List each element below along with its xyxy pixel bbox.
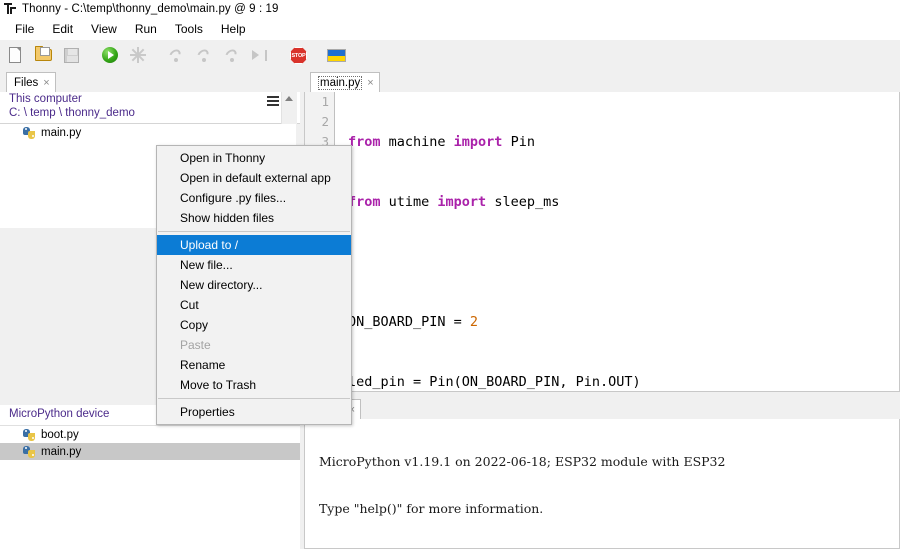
shell-panel: Shell × MicroPython v1.19.1 on 2022-06-1… xyxy=(304,397,900,549)
context-menu-separator xyxy=(158,398,350,399)
menu-item-edit[interactable]: Edit xyxy=(43,20,82,38)
context-menu-item-upload-to[interactable]: Upload to / xyxy=(157,235,351,255)
device-row-main-py[interactable]: main.py xyxy=(0,443,300,460)
context-menu-item-open-external[interactable]: Open in default external app xyxy=(157,168,351,188)
close-icon[interactable]: × xyxy=(367,77,373,89)
menu-item-file[interactable]: File xyxy=(6,20,43,38)
stop-icon[interactable]: STOP xyxy=(287,44,309,66)
step-out-icon xyxy=(221,44,243,66)
shell-line: MicroPython v1.19.1 on 2022-06-18; ESP32… xyxy=(311,454,726,469)
new-file-icon[interactable] xyxy=(5,44,27,66)
right-pane: main.py × 1 2 3 4 5 6 7 8 9 from machine… xyxy=(304,70,900,549)
thonny-window: Thonny - C:\temp\thonny_demo\main.py @ 9… xyxy=(0,0,900,549)
context-menu-item-rename[interactable]: Rename xyxy=(157,355,351,375)
file-context-menu[interactable]: Open in Thonny Open in default external … xyxy=(156,145,352,425)
context-menu-item-configure-py-files[interactable]: Configure .py files... xyxy=(157,188,351,208)
shell-output[interactable]: MicroPython v1.19.1 on 2022-06-18; ESP32… xyxy=(304,419,900,549)
tab-main-py[interactable]: main.py × xyxy=(310,72,380,93)
menu-item-help[interactable]: Help xyxy=(212,20,255,38)
context-menu-item-new-directory[interactable]: New directory... xyxy=(157,275,351,295)
device-row-boot-py[interactable]: boot.py xyxy=(0,426,300,443)
code-line: from utime import sleep_ms xyxy=(348,194,560,210)
tab-files-label: Files xyxy=(14,77,39,89)
code-line: led_pin = Pin(ON_BOARD_PIN, Pin.OUT) xyxy=(348,374,641,390)
device-title: MicroPython device xyxy=(9,408,110,420)
files-path: C: \ temp \ thonny_demo xyxy=(9,107,135,119)
menu-item-view[interactable]: View xyxy=(82,20,126,38)
file-row-main-py[interactable]: main.py xyxy=(0,124,296,141)
menu-bar: File Edit View Run Tools Help xyxy=(0,18,900,40)
file-row-label: main.py xyxy=(41,126,82,139)
context-menu-item-cut[interactable]: Cut xyxy=(157,295,351,315)
step-into-icon xyxy=(193,44,215,66)
device-row-label: boot.py xyxy=(41,428,79,441)
toolbar: STOP xyxy=(0,40,900,70)
line-number: 1 xyxy=(321,94,329,109)
open-file-icon[interactable] xyxy=(33,44,55,66)
python-file-icon xyxy=(22,445,36,459)
line-number: 2 xyxy=(321,114,329,129)
device-row-label: main.py xyxy=(41,445,82,458)
run-icon[interactable] xyxy=(99,44,121,66)
shell-tabstrip: Shell × xyxy=(304,397,900,420)
files-tabstrip: Files × xyxy=(0,70,300,93)
code-line: from machine import Pin xyxy=(348,134,535,150)
device-panel: MicroPython device boot.py main.py xyxy=(0,405,300,549)
step-over-icon xyxy=(165,44,187,66)
hamburger-icon[interactable] xyxy=(267,96,279,106)
shell-line: Type "help()" for more information. xyxy=(311,501,544,516)
ukraine-flag-icon[interactable] xyxy=(325,44,347,66)
close-icon[interactable]: × xyxy=(43,77,49,89)
python-file-icon xyxy=(22,126,36,140)
code-line: ON_BOARD_PIN = 2 xyxy=(348,314,479,330)
context-menu-item-paste: Paste xyxy=(180,338,211,352)
stop-icon-label: STOP xyxy=(290,47,307,64)
context-menu-item-properties[interactable]: Properties xyxy=(157,402,351,422)
thonny-logo-icon xyxy=(3,2,17,16)
context-menu-item-show-hidden-files[interactable]: Show hidden files xyxy=(157,208,351,228)
window-title: Thonny - C:\temp\thonny_demo\main.py @ 9… xyxy=(22,3,279,15)
tab-files[interactable]: Files × xyxy=(6,72,56,93)
files-location-label: This computer xyxy=(9,93,82,105)
python-file-icon xyxy=(22,428,36,442)
context-menu-item-move-to-trash[interactable]: Move to Trash xyxy=(157,375,351,395)
code-editor[interactable]: 1 2 3 4 5 6 7 8 9 from machine import Pi… xyxy=(304,92,900,392)
menu-item-run[interactable]: Run xyxy=(126,20,166,38)
editor-tabstrip: main.py × xyxy=(304,70,900,93)
files-header: This computer C: \ temp \ thonny_demo xyxy=(0,92,300,124)
title-bar: Thonny - C:\temp\thonny_demo\main.py @ 9… xyxy=(0,0,900,18)
context-menu-item-copy[interactable]: Copy xyxy=(157,315,351,335)
tab-main-py-label: main.py xyxy=(318,76,363,90)
device-file-list: boot.py main.py xyxy=(0,426,300,460)
menu-item-tools[interactable]: Tools xyxy=(166,20,212,38)
scroll-up-arrow-icon[interactable] xyxy=(285,96,293,101)
save-file-icon xyxy=(61,44,83,66)
context-menu-item-open-in-thonny[interactable]: Open in Thonny xyxy=(157,148,351,168)
code-text[interactable]: from machine import Pin from utime impor… xyxy=(336,92,899,391)
context-menu-separator xyxy=(158,231,350,232)
debug-icon xyxy=(127,44,149,66)
resume-icon xyxy=(249,44,271,66)
context-menu-item-new-file[interactable]: New file... xyxy=(157,255,351,275)
